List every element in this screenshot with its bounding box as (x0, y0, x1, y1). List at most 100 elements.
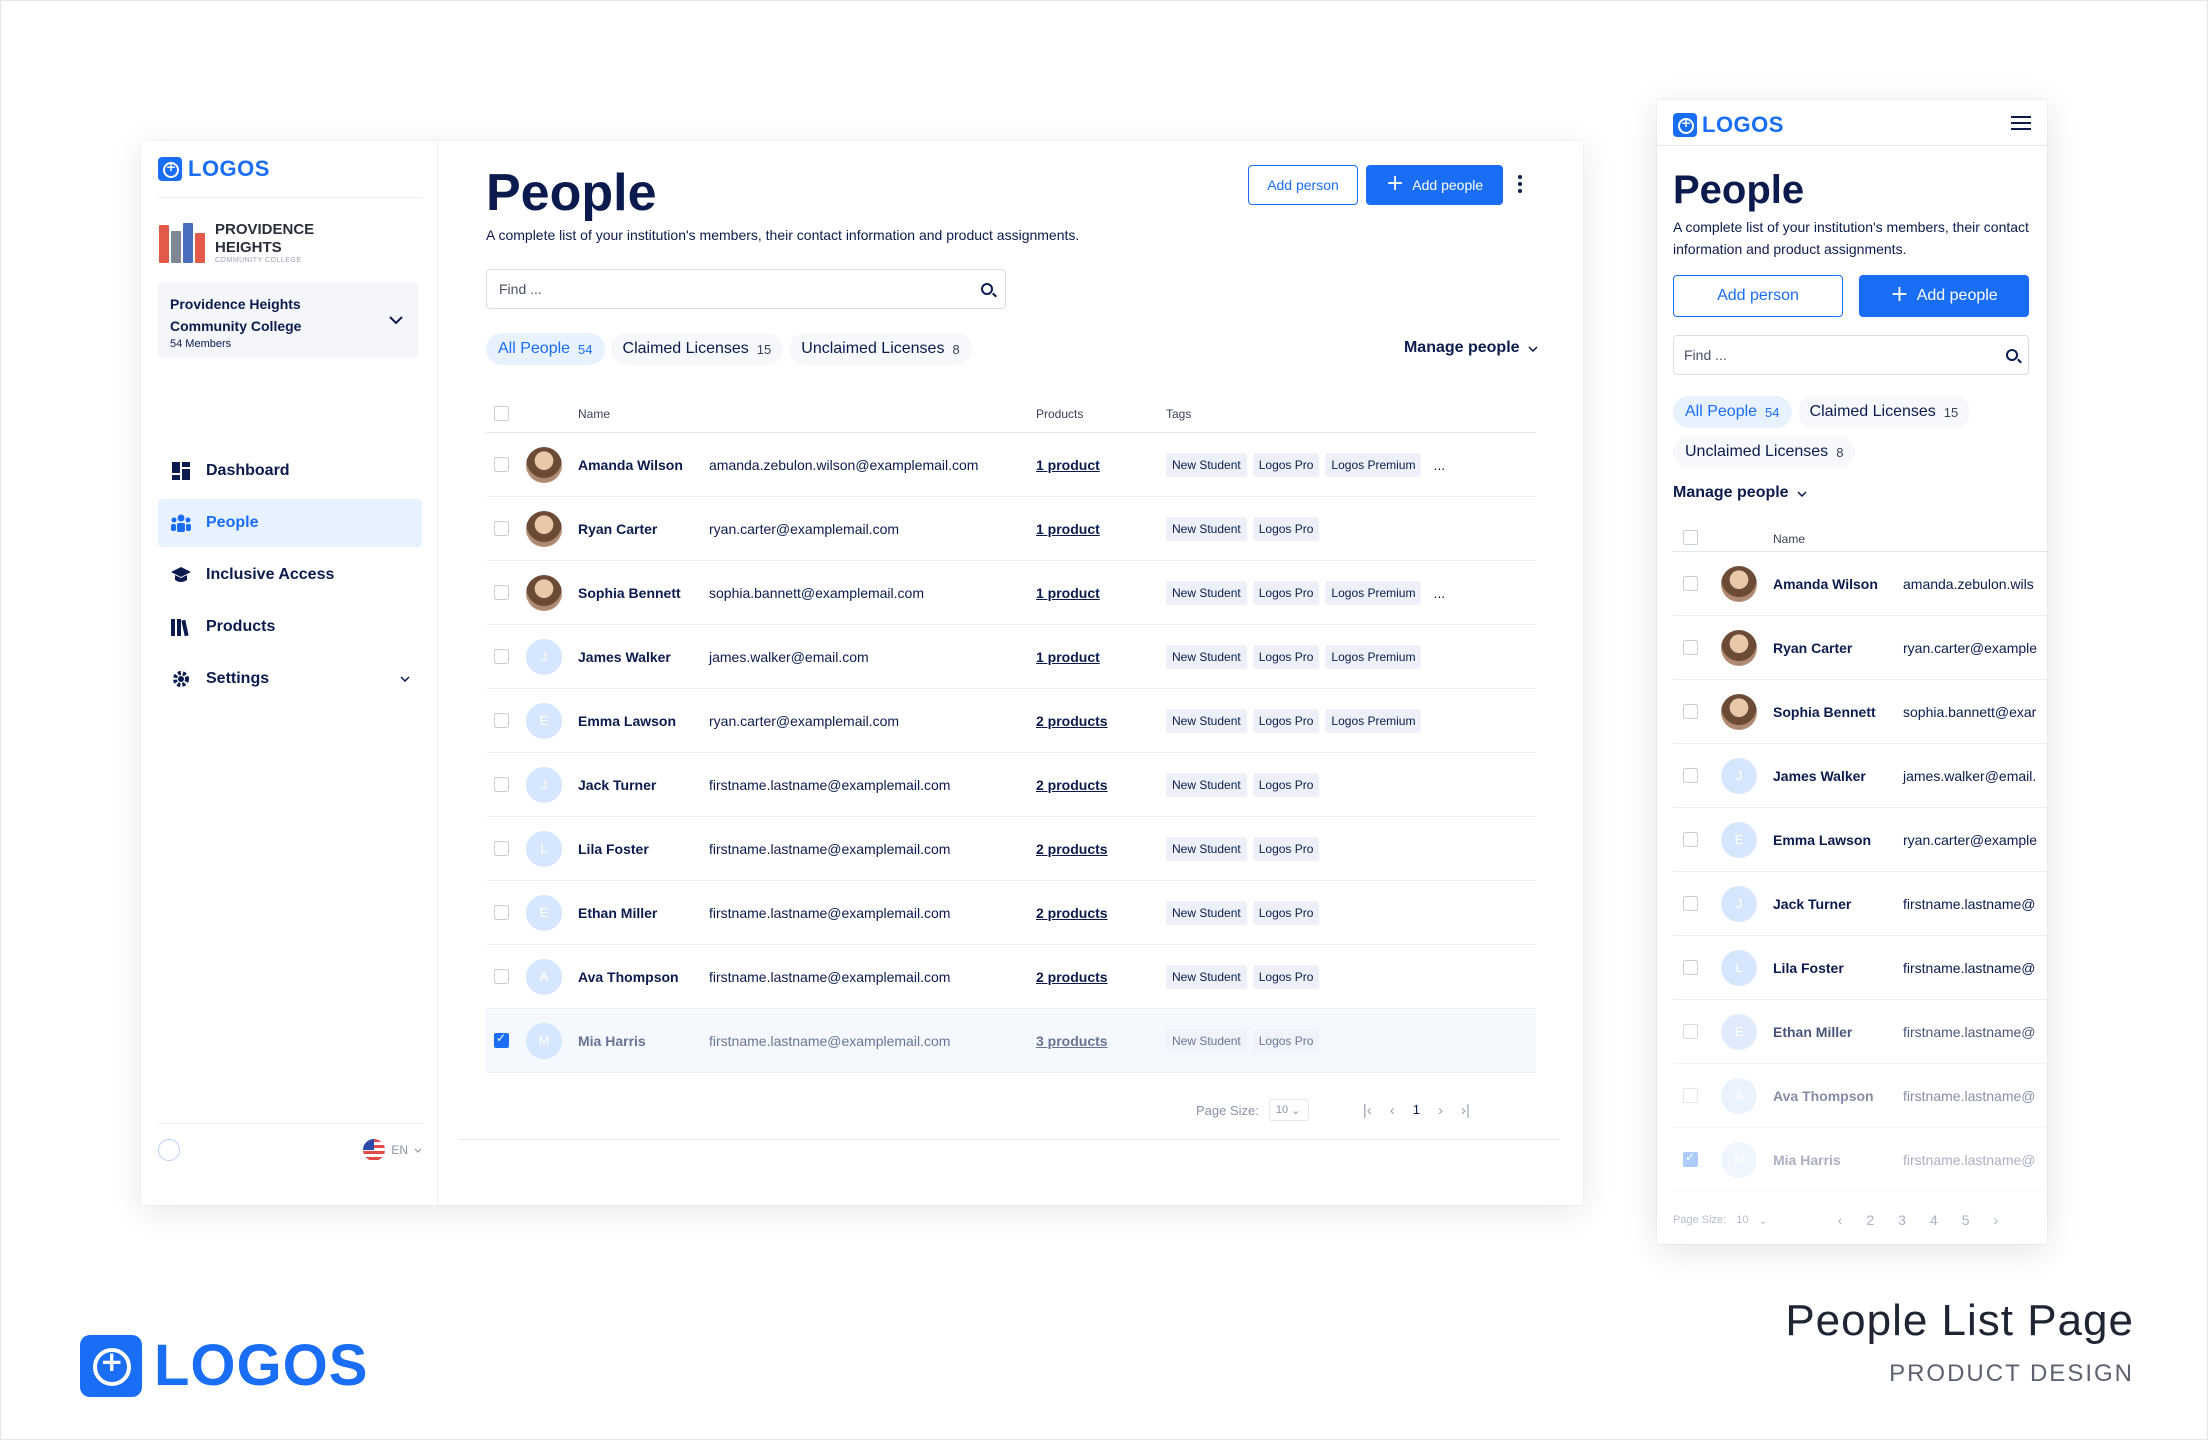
products-link[interactable]: 3 products (1036, 1033, 1108, 1049)
products-link[interactable]: 1 product (1036, 649, 1100, 665)
column-header-name[interactable]: Name (1773, 532, 1805, 546)
sidebar-item-settings[interactable]: Settings (158, 655, 422, 703)
person-name[interactable]: Ethan Miller (1773, 1024, 1852, 1040)
tab-all-people[interactable]: All People 54 (486, 333, 605, 365)
row-checkbox[interactable] (494, 969, 509, 984)
manage-people-dropdown[interactable]: Manage people (1404, 339, 1538, 357)
current-page[interactable]: 1 (1413, 1102, 1420, 1119)
column-header-name[interactable]: Name (578, 407, 610, 421)
row-checkbox[interactable] (494, 1031, 509, 1048)
person-name[interactable]: Jack Turner (1773, 896, 1851, 912)
page-number[interactable]: 2 (1866, 1212, 1874, 1228)
sidebar-item-dashboard[interactable]: Dashboard (158, 447, 422, 495)
search-icon[interactable] (2006, 349, 2018, 361)
tab-unclaimed-licenses[interactable]: Unclaimed Licenses 8 (789, 333, 972, 365)
person-name[interactable]: Emma Lawson (1773, 832, 1871, 848)
sidebar-item-people[interactable]: People (158, 499, 422, 547)
row-checkbox[interactable] (494, 713, 509, 728)
page-number[interactable]: 5 (1962, 1212, 1970, 1228)
person-name[interactable]: Amanda Wilson (1773, 576, 1878, 592)
page-size-select[interactable]: 10 ⌄ (1268, 1099, 1309, 1121)
person-name[interactable]: Ava Thompson (1773, 1088, 1874, 1104)
row-checkbox[interactable] (494, 457, 509, 472)
table-row[interactable]: Amanda Wilson amanda.zebulon.wils (1673, 552, 2047, 616)
table-row[interactable]: L Lila Foster firstname.lastname@example… (486, 817, 1536, 881)
products-link[interactable]: 2 products (1036, 713, 1108, 729)
tab-claimed-licenses[interactable]: Claimed Licenses 15 (1797, 396, 1971, 428)
user-profile-icon[interactable] (158, 1139, 180, 1161)
more-tags[interactable]: ... (1433, 585, 1445, 601)
products-link[interactable]: 2 products (1036, 905, 1108, 921)
person-name[interactable]: Ethan Miller (578, 905, 657, 921)
products-link[interactable]: 1 product (1036, 585, 1100, 601)
person-name[interactable]: Ava Thompson (578, 969, 679, 985)
tab-claimed-licenses[interactable]: Claimed Licenses 15 (610, 333, 784, 365)
row-checkbox[interactable] (1683, 896, 1698, 911)
row-checkbox[interactable] (494, 649, 509, 664)
row-checkbox[interactable] (1683, 704, 1698, 719)
person-name[interactable]: James Walker (1773, 768, 1866, 784)
logos-logo[interactable]: LOGOS (158, 156, 270, 182)
logos-logo[interactable]: LOGOS (1673, 112, 1784, 138)
table-row[interactable]: A Ava Thompson firstname.lastname@ (1673, 1064, 2047, 1128)
person-name[interactable]: Lila Foster (1773, 960, 1844, 976)
table-row[interactable]: Ryan Carter ryan.carter@example (1673, 616, 2047, 680)
column-header-tags[interactable]: Tags (1166, 407, 1191, 421)
add-people-button[interactable]: + Add people (1859, 275, 2029, 317)
person-name[interactable]: Mia Harris (578, 1033, 646, 1049)
column-header-products[interactable]: Products (1036, 407, 1083, 421)
row-checkbox[interactable] (1683, 832, 1698, 847)
prev-page-icon[interactable]: ‹ (1390, 1102, 1395, 1119)
products-link[interactable]: 1 product (1036, 457, 1100, 473)
organization-switcher[interactable]: Providence Heights Community College 54 … (158, 282, 418, 358)
table-row[interactable]: Ryan Carter ryan.carter@examplemail.com … (486, 497, 1536, 561)
search-input[interactable]: Find ... (1673, 335, 2029, 375)
row-checkbox[interactable] (1683, 768, 1698, 783)
person-name[interactable]: Lila Foster (578, 841, 649, 857)
person-name[interactable]: Sophia Bennett (1773, 704, 1876, 720)
select-all-checkbox[interactable] (494, 406, 509, 421)
table-row[interactable]: A Ava Thompson firstname.lastname@exampl… (486, 945, 1536, 1009)
person-name[interactable]: Ryan Carter (578, 521, 657, 537)
tab-all-people[interactable]: All People 54 (1673, 396, 1792, 428)
row-checkbox[interactable] (1683, 640, 1698, 655)
sidebar-item-inclusive-access[interactable]: Inclusive Access (158, 551, 422, 599)
row-checkbox[interactable] (494, 521, 509, 536)
row-checkbox[interactable] (1683, 1024, 1698, 1039)
table-row[interactable]: L Lila Foster firstname.lastname@ (1673, 936, 2047, 1000)
search-input[interactable]: Find ... (486, 269, 1006, 309)
table-row[interactable]: Amanda Wilson amanda.zebulon.wilson@exam… (486, 433, 1536, 497)
row-checkbox[interactable] (1683, 1150, 1698, 1167)
table-row[interactable]: J James Walker james.walker@email.com 1 … (486, 625, 1536, 689)
next-page-icon[interactable]: › (1438, 1102, 1443, 1119)
more-options-icon[interactable] (1518, 175, 1522, 193)
row-checkbox[interactable] (494, 777, 509, 792)
more-tags[interactable]: ... (1433, 457, 1445, 473)
row-checkbox[interactable] (494, 841, 509, 856)
page-size-value[interactable]: 10 (1736, 1214, 1748, 1226)
products-link[interactable]: 2 products (1036, 777, 1108, 793)
page-number[interactable]: 3 (1898, 1212, 1906, 1228)
person-name[interactable]: Sophia Bennett (578, 585, 681, 601)
hamburger-menu-icon[interactable] (2011, 116, 2031, 130)
products-link[interactable]: 2 products (1036, 841, 1108, 857)
next-page-icon[interactable]: › (1994, 1212, 1999, 1228)
last-page-icon[interactable]: ›| (1461, 1102, 1470, 1119)
person-name[interactable]: Ryan Carter (1773, 640, 1852, 656)
manage-people-dropdown[interactable]: Manage people (1673, 484, 1807, 502)
table-row[interactable]: M Mia Harris firstname.lastname@examplem… (486, 1009, 1536, 1073)
first-page-icon[interactable]: |‹ (1363, 1102, 1372, 1119)
prev-page-icon[interactable]: ‹ (1838, 1212, 1843, 1228)
table-row[interactable]: Sophia Bennett sophia.bannett@examplemai… (486, 561, 1536, 625)
sidebar-item-products[interactable]: Products (158, 603, 422, 651)
table-row[interactable]: E Emma Lawson ryan.carter@examplemail.co… (486, 689, 1536, 753)
select-all-checkbox[interactable] (1683, 530, 1698, 545)
row-checkbox[interactable] (1683, 576, 1698, 591)
table-row[interactable]: E Ethan Miller firstname.lastname@ (1673, 1000, 2047, 1064)
person-name[interactable]: Amanda Wilson (578, 457, 683, 473)
row-checkbox[interactable] (494, 905, 509, 920)
add-person-button[interactable]: Add person (1248, 165, 1358, 205)
table-row[interactable]: Sophia Bennett sophia.bannett@exar (1673, 680, 2047, 744)
search-icon[interactable] (981, 283, 993, 295)
person-name[interactable]: Mia Harris (1773, 1152, 1841, 1168)
